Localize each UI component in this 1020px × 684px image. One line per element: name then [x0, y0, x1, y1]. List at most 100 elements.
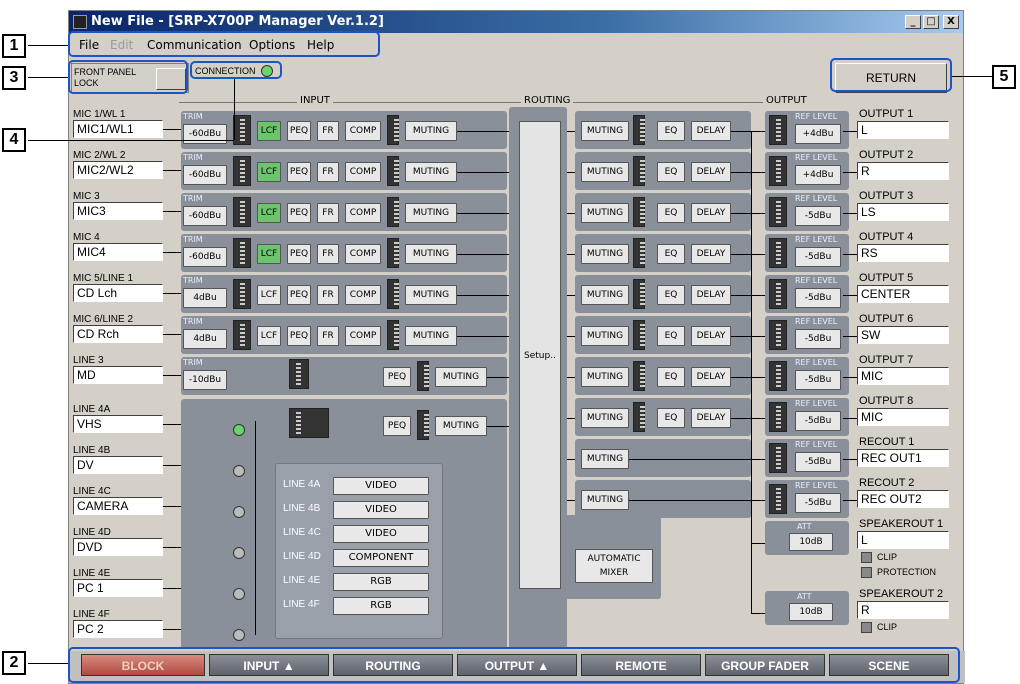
- ref-level-button[interactable]: +4dBu: [795, 124, 841, 144]
- input-channel-name[interactable]: DVD: [73, 538, 163, 556]
- comp-button[interactable]: COMP: [345, 121, 381, 141]
- close-button[interactable]: X: [943, 15, 959, 29]
- fr-button[interactable]: FR: [317, 162, 339, 182]
- input-channel-label[interactable]: LINE 4E: [73, 568, 110, 579]
- input-muting-button[interactable]: MUTING: [405, 285, 457, 305]
- line4-source-select[interactable]: RGB: [333, 573, 429, 591]
- input-channel-name[interactable]: MIC1/WL1: [73, 120, 163, 138]
- delay-button[interactable]: DELAY: [691, 244, 731, 264]
- output-muting-button[interactable]: MUTING: [581, 408, 629, 428]
- input-channel-name[interactable]: MIC4: [73, 243, 163, 261]
- rec-muting-button[interactable]: MUTING: [581, 490, 629, 510]
- fr-button[interactable]: FR: [317, 326, 339, 346]
- minimize-button[interactable]: _: [905, 15, 921, 29]
- input-channel-name[interactable]: MIC3: [73, 202, 163, 220]
- ref-level-button[interactable]: -5dBu: [795, 493, 841, 513]
- output-channel-name[interactable]: MIC: [857, 408, 949, 426]
- input-muting-button[interactable]: MUTING: [405, 244, 457, 264]
- fr-button[interactable]: FR: [317, 244, 339, 264]
- line4-source-select[interactable]: VIDEO: [333, 477, 429, 495]
- lcf-button[interactable]: LCF: [257, 326, 281, 346]
- output-channel-name[interactable]: L: [857, 121, 949, 139]
- trim-button[interactable]: -60dBu: [183, 206, 227, 226]
- peq-button[interactable]: PEQ: [287, 285, 311, 305]
- input-channel-name[interactable]: CD Lch: [73, 284, 163, 302]
- peq-button[interactable]: PEQ: [287, 121, 311, 141]
- comp-button[interactable]: COMP: [345, 162, 381, 182]
- output-muting-button[interactable]: MUTING: [581, 162, 629, 182]
- input-channel-label[interactable]: LINE 4F: [73, 609, 110, 620]
- line4-muting-button[interactable]: MUTING: [435, 416, 487, 436]
- output-channel-name[interactable]: REC OUT1: [857, 449, 949, 467]
- input-muting-button[interactable]: MUTING: [405, 203, 457, 223]
- fr-button[interactable]: FR: [317, 285, 339, 305]
- peq-button[interactable]: PEQ: [287, 162, 311, 182]
- line4-source-select[interactable]: RGB: [333, 597, 429, 615]
- speakerout-name[interactable]: R: [857, 601, 949, 619]
- trim-button[interactable]: -60dBu: [183, 247, 227, 267]
- input-channel-label[interactable]: MIC 1/WL 1: [73, 109, 125, 120]
- delay-button[interactable]: DELAY: [691, 203, 731, 223]
- eq-button[interactable]: EQ: [657, 121, 685, 141]
- input-channel-label[interactable]: MIC 3: [73, 191, 100, 202]
- ref-level-button[interactable]: -5dBu: [795, 329, 841, 349]
- input-channel-name[interactable]: VHS: [73, 415, 163, 433]
- lcf-button[interactable]: LCF: [257, 203, 281, 223]
- output-channel-name[interactable]: LS: [857, 203, 949, 221]
- lcf-button[interactable]: LCF: [257, 162, 281, 182]
- output-channel-name[interactable]: RS: [857, 244, 949, 262]
- fr-button[interactable]: FR: [317, 121, 339, 141]
- trim-button[interactable]: 4dBu: [183, 329, 227, 349]
- input-channel-label[interactable]: LINE 4B: [73, 445, 110, 456]
- comp-button[interactable]: COMP: [345, 244, 381, 264]
- output-channel-name[interactable]: R: [857, 162, 949, 180]
- comp-button[interactable]: COMP: [345, 285, 381, 305]
- maximize-button[interactable]: □: [923, 15, 939, 29]
- input-channel-name[interactable]: PC 1: [73, 579, 163, 597]
- eq-button[interactable]: EQ: [657, 162, 685, 182]
- input-channel-name[interactable]: MIC2/WL2: [73, 161, 163, 179]
- lcf-button[interactable]: LCF: [257, 285, 281, 305]
- peq-button[interactable]: PEQ: [287, 244, 311, 264]
- routing-setup-button[interactable]: Setup..: [519, 121, 561, 589]
- output-muting-button[interactable]: MUTING: [581, 244, 629, 264]
- delay-button[interactable]: DELAY: [691, 121, 731, 141]
- ref-level-button[interactable]: -5dBu: [795, 370, 841, 390]
- output-channel-name[interactable]: CENTER: [857, 285, 949, 303]
- lcf-button[interactable]: LCF: [257, 244, 281, 264]
- peq-button[interactable]: PEQ: [287, 203, 311, 223]
- line4-source-select[interactable]: COMPONENT: [333, 549, 429, 567]
- input-channel-name[interactable]: DV: [73, 456, 163, 474]
- lcf-button[interactable]: LCF: [257, 121, 281, 141]
- ref-level-button[interactable]: -5dBu: [795, 411, 841, 431]
- input-channel-label[interactable]: MIC 4: [73, 232, 100, 243]
- input-channel-name[interactable]: CD Rch: [73, 325, 163, 343]
- delay-button[interactable]: DELAY: [691, 367, 731, 387]
- input-channel-label[interactable]: LINE 4C: [73, 486, 111, 497]
- ref-level-button[interactable]: -5dBu: [795, 206, 841, 226]
- delay-button[interactable]: DELAY: [691, 326, 731, 346]
- input-muting-button[interactable]: MUTING: [405, 121, 457, 141]
- output-muting-button[interactable]: MUTING: [581, 203, 629, 223]
- comp-button[interactable]: COMP: [345, 326, 381, 346]
- ref-level-button[interactable]: +4dBu: [795, 165, 841, 185]
- input-channel-label[interactable]: MIC 5/LINE 1: [73, 273, 133, 284]
- input-channel-name[interactable]: CAMERA: [73, 497, 163, 515]
- output-muting-button[interactable]: MUTING: [581, 121, 629, 141]
- output-muting-button[interactable]: MUTING: [581, 326, 629, 346]
- speakerout-name[interactable]: L: [857, 531, 949, 549]
- line4-source-select[interactable]: VIDEO: [333, 501, 429, 519]
- ref-level-button[interactable]: -5dBu: [795, 288, 841, 308]
- eq-button[interactable]: EQ: [657, 408, 685, 428]
- input-channel-label[interactable]: MIC 6/LINE 2: [73, 314, 133, 325]
- eq-button[interactable]: EQ: [657, 244, 685, 264]
- input-channel-label[interactable]: LINE 3: [73, 355, 104, 366]
- trim-button[interactable]: -10dBu: [183, 370, 227, 390]
- delay-button[interactable]: DELAY: [691, 162, 731, 182]
- output-muting-button[interactable]: MUTING: [581, 285, 629, 305]
- line3-muting-button[interactable]: MUTING: [435, 367, 487, 387]
- fr-button[interactable]: FR: [317, 203, 339, 223]
- trim-button[interactable]: -60dBu: [183, 124, 227, 144]
- input-channel-name[interactable]: PC 2: [73, 620, 163, 638]
- input-muting-button[interactable]: MUTING: [405, 162, 457, 182]
